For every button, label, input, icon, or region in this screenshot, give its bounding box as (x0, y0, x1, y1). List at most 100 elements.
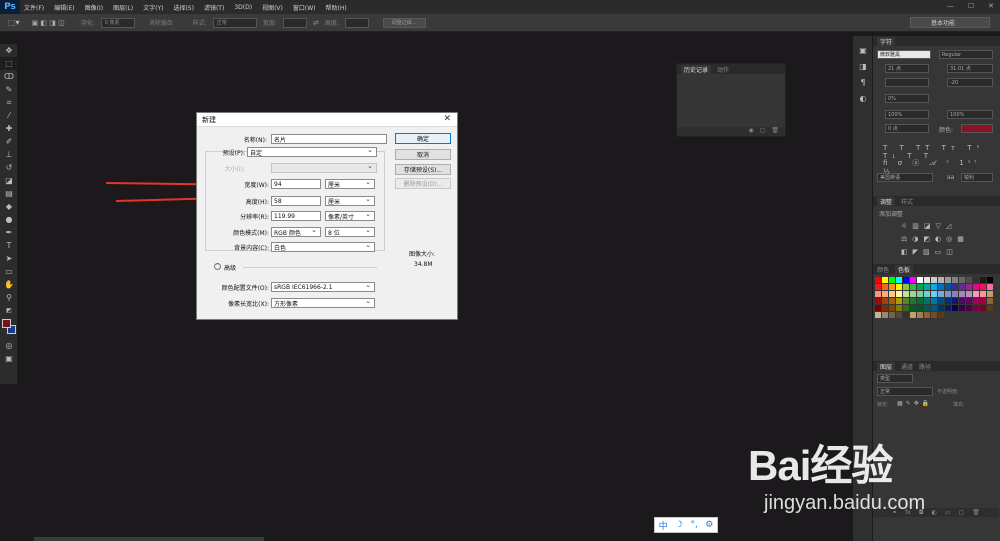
swatch[interactable] (910, 284, 916, 290)
background-select[interactable]: 白色 (271, 241, 375, 252)
swatch[interactable] (931, 277, 937, 283)
moon-icon[interactable]: ☽ (675, 520, 683, 530)
height-unit-select[interactable]: 厘米 (325, 195, 375, 206)
swatch[interactable] (875, 305, 881, 311)
menu-layer[interactable]: 图层(L) (113, 3, 133, 12)
swatch[interactable] (973, 305, 979, 311)
swatch[interactable] (882, 291, 888, 297)
color-profile-select[interactable]: sRGB IEC61966-2.1 (271, 281, 375, 292)
swatch[interactable] (959, 298, 965, 304)
swatch[interactable] (973, 298, 979, 304)
swatch[interactable] (966, 291, 972, 297)
paragraph-icon[interactable]: ¶ (853, 74, 873, 90)
swatch[interactable] (896, 291, 902, 297)
menu-select[interactable]: 选择(S) (173, 3, 194, 12)
antialias-checkbox[interactable]: 消除锯齿 (149, 18, 173, 27)
foreground-color[interactable] (2, 319, 11, 328)
swatch[interactable] (910, 298, 916, 304)
lasso-tool-icon[interactable]: ↀ (0, 70, 18, 83)
swatch[interactable] (882, 312, 888, 318)
menu-edit[interactable]: 编辑(E) (54, 3, 74, 12)
swatch[interactable] (987, 277, 993, 283)
swatch[interactable] (931, 305, 937, 311)
font-style-select[interactable]: Regular (939, 50, 993, 59)
swatch[interactable] (875, 291, 881, 297)
swatch[interactable] (889, 284, 895, 290)
quick-mask-icon[interactable]: ◎ (0, 339, 18, 352)
gear-icon[interactable]: ⚙ (705, 520, 713, 530)
swatch[interactable] (980, 277, 986, 283)
swatch[interactable] (917, 277, 923, 283)
dodge-tool-icon[interactable]: ● (0, 213, 18, 226)
close-icon[interactable]: ✕ (988, 2, 994, 10)
zoom-tool-icon[interactable]: ⚲ (0, 291, 18, 304)
swatch-grid[interactable] (875, 277, 998, 357)
swatch[interactable] (903, 305, 909, 311)
swatch[interactable] (896, 305, 902, 311)
tab-character[interactable]: 字符 (877, 36, 896, 46)
swatch[interactable] (987, 298, 993, 304)
swatch[interactable] (938, 284, 944, 290)
swatch[interactable] (959, 284, 965, 290)
swatch[interactable] (875, 284, 881, 290)
swatch[interactable] (945, 284, 951, 290)
swatch[interactable] (966, 305, 972, 311)
swatch[interactable] (889, 277, 895, 283)
swatch[interactable] (889, 298, 895, 304)
swatch[interactable] (903, 284, 909, 290)
type-tool-icon[interactable]: T (0, 239, 18, 252)
eraser-icon[interactable]: ◪ (0, 174, 18, 187)
swatch[interactable] (987, 284, 993, 290)
tab-channels[interactable]: 通道 (901, 362, 913, 371)
tab-layers[interactable]: 图层 (877, 361, 896, 371)
swatch[interactable] (973, 291, 979, 297)
new-doc-icon[interactable]: ▢ (760, 127, 766, 136)
swatch[interactable] (875, 298, 881, 304)
width-input[interactable] (282, 17, 307, 28)
kerning-select[interactable] (885, 78, 929, 87)
swatch[interactable] (938, 305, 944, 311)
swatch[interactable] (980, 298, 986, 304)
swatch[interactable] (959, 277, 965, 283)
swatch[interactable] (882, 298, 888, 304)
swatch[interactable] (931, 298, 937, 304)
swatch[interactable] (966, 284, 972, 290)
swatch[interactable] (875, 312, 881, 318)
swatch[interactable] (910, 305, 916, 311)
height-input[interactable] (344, 17, 369, 28)
swatch[interactable] (980, 291, 986, 297)
crop-tool-icon[interactable]: ⌗ (0, 96, 18, 109)
tab-actions[interactable]: 动作 (717, 65, 729, 74)
menu-window[interactable]: 窗口(W) (293, 3, 316, 12)
swatch[interactable] (938, 277, 944, 283)
swatch[interactable] (896, 298, 902, 304)
path-select-icon[interactable]: ➤ (0, 252, 18, 265)
swatch[interactable] (882, 277, 888, 283)
swap-icon[interactable]: ⇄ (313, 19, 319, 27)
swatch[interactable] (896, 284, 902, 290)
blur-tool-icon[interactable]: ◆ (0, 200, 18, 213)
swatch[interactable] (973, 284, 979, 290)
maximize-icon[interactable]: ☐ (968, 2, 974, 10)
properties-icon[interactable]: ◨ (853, 58, 873, 74)
folder-icon[interactable]: ▭ (945, 509, 951, 516)
move-tool-icon[interactable]: ✥ (0, 44, 18, 57)
stamp-tool-icon[interactable]: ⊥ (0, 148, 18, 161)
history-icon[interactable]: ▣ (853, 42, 873, 58)
tab-styles[interactable]: 样式 (901, 197, 913, 206)
swatch[interactable] (896, 312, 902, 318)
screen-mode-icon[interactable]: ▣ (0, 352, 18, 365)
menu-type[interactable]: 文字(Y) (143, 3, 163, 12)
swatch[interactable] (917, 305, 923, 311)
pen-tool-icon[interactable]: ✒ (0, 226, 18, 239)
history-brush-icon[interactable]: ↺ (0, 161, 18, 174)
tab-color[interactable]: 颜色 (877, 265, 889, 274)
quick-select-icon[interactable]: ✎ (0, 83, 18, 96)
snapshot-icon[interactable]: ◉ (748, 127, 753, 136)
swatch[interactable] (924, 284, 930, 290)
swatch[interactable] (910, 277, 916, 283)
advanced-toggle-icon[interactable]: ⌃ (214, 263, 221, 270)
new-layer-icon[interactable]: ▢ (959, 509, 965, 516)
swatch[interactable] (924, 298, 930, 304)
workspace-select[interactable]: 基本功能 (910, 17, 990, 28)
